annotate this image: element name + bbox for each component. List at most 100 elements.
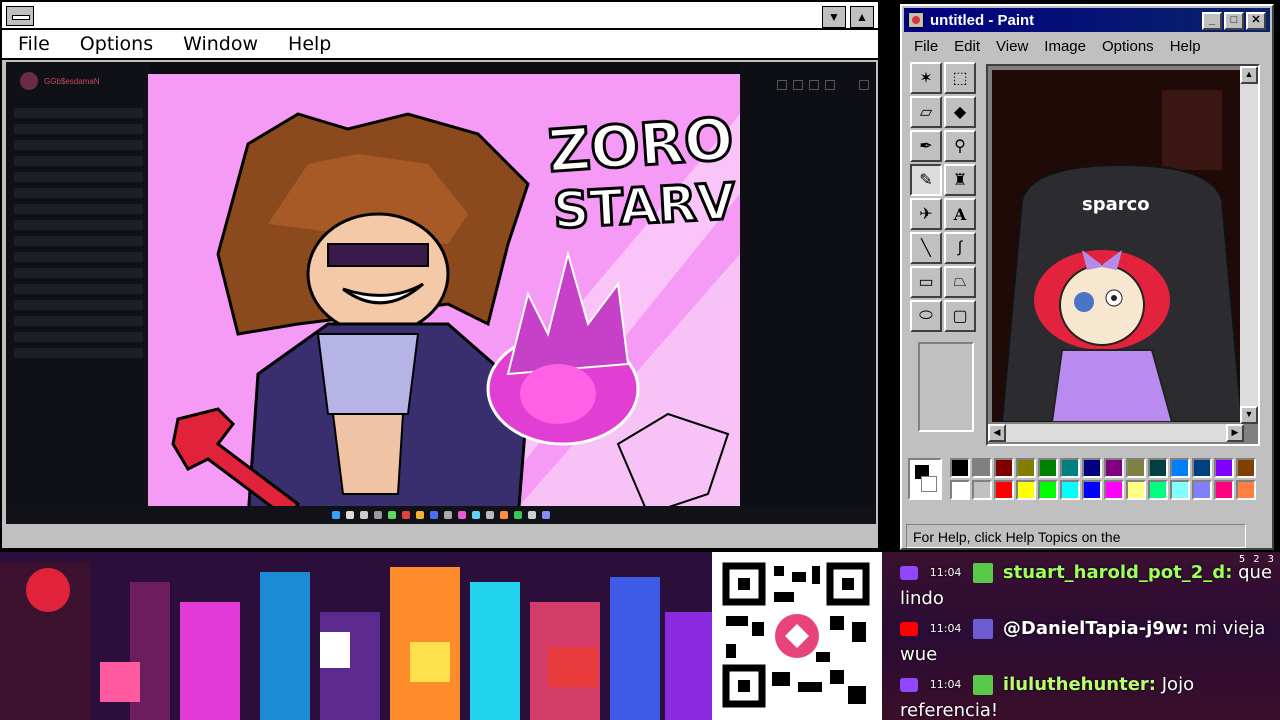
paint-menu-options[interactable]: Options [1102, 38, 1154, 55]
brush-icon[interactable]: ♜ [944, 164, 976, 196]
vertical-scrollbar[interactable]: ▲ ▼ [1240, 66, 1258, 424]
palette-swatch[interactable] [994, 480, 1014, 500]
palette-swatch[interactable] [1038, 458, 1058, 478]
chat-username: @DanielTapia-j9w: [1002, 618, 1189, 639]
palette-swatch[interactable] [1038, 480, 1058, 500]
tool-options-box[interactable] [918, 342, 974, 432]
paint-minimize-button[interactable]: _ [1202, 12, 1222, 30]
paint-status-bar: For Help, click Help Topics on the [906, 524, 1246, 548]
color-picker-icon[interactable]: ✒ [910, 130, 942, 162]
palette-swatch[interactable] [1148, 480, 1168, 500]
eraser-icon[interactable]: ▱ [910, 96, 942, 128]
palette-swatch[interactable] [1060, 480, 1080, 500]
stream-username: GGb$esdamaN [44, 76, 100, 86]
line-icon[interactable]: ╲ [910, 232, 942, 264]
ellipse-icon[interactable]: ⬭ [910, 300, 942, 332]
palette-swatch[interactable] [1060, 458, 1080, 478]
palette-swatch[interactable] [1214, 458, 1234, 478]
webcam-avatar-image: sparco [992, 70, 1244, 422]
paint-menu-file[interactable]: File [914, 38, 938, 55]
avatar [20, 72, 38, 90]
paint-window-controls: _ □ ✕ [1202, 12, 1266, 30]
paint-menu-image[interactable]: Image [1044, 38, 1086, 55]
rounded-rect-icon[interactable]: ▢ [944, 300, 976, 332]
horizontal-scrollbar[interactable]: ◀ ▶ [988, 424, 1244, 442]
fill-bucket-icon[interactable]: ◆ [944, 96, 976, 128]
paint-canvas[interactable]: sparco [992, 70, 1244, 422]
pencil-icon[interactable]: ✎ [910, 164, 942, 196]
artwork-canvas: ZORO STARV [148, 74, 740, 519]
maximize-button[interactable]: ▲ [850, 6, 874, 28]
paint-title: untitled - Paint [930, 11, 1035, 29]
right-panel [741, 62, 876, 524]
palette-swatch[interactable] [994, 458, 1014, 478]
palette-swatch[interactable] [1016, 458, 1036, 478]
free-select-icon[interactable]: ✶ [910, 62, 942, 94]
palette-swatch[interactable] [950, 458, 970, 478]
chat-time: 11:04 [929, 678, 962, 691]
chat-username: stuart_harold_pot_2_d: [1002, 562, 1233, 583]
palette-swatch[interactable] [1192, 480, 1212, 500]
palette-swatch[interactable] [1214, 480, 1234, 500]
paint-titlebar: untitled - Paint _ □ ✕ [904, 8, 1270, 32]
window-titlebar: ▼ ▲ [2, 2, 878, 30]
badge-icon [973, 675, 994, 695]
palette-swatch[interactable] [950, 480, 970, 500]
chair-brand: sparco [1082, 194, 1150, 215]
palette-swatch[interactable] [1236, 480, 1256, 500]
rect-select-icon[interactable]: ⬚ [944, 62, 976, 94]
palette-swatch[interactable] [1082, 480, 1102, 500]
rectangle-icon[interactable]: ▭ [910, 266, 942, 298]
palette-swatch[interactable] [1236, 458, 1256, 478]
capture-window: ▼ ▲ File Options Window Help GGb$esdamaN [0, 0, 880, 550]
menu-help[interactable]: Help [288, 33, 331, 55]
paint-menubar: File Edit View Image Options Help [904, 34, 1270, 58]
curve-icon[interactable]: ∫ [944, 232, 976, 264]
chat-overlay: 5 2 3 11:04 stuart_harold_pot_2_d: que l… [882, 552, 1280, 720]
os-taskbar [6, 506, 876, 524]
decorative-pixel-art [0, 552, 712, 720]
paint-canvas-area: sparco ▲ ▼ ◀ ▶ [986, 64, 1260, 446]
palette-swatch[interactable] [1104, 480, 1124, 500]
chat-message: 11:04 @DanielTapia-j9w: mi vieja wue [900, 616, 1280, 668]
stream-user: GGb$esdamaN [20, 72, 100, 90]
paint-maximize-button[interactable]: □ [1224, 12, 1244, 30]
scroll-left-button[interactable]: ◀ [988, 424, 1006, 442]
minimize-button[interactable]: ▼ [822, 6, 846, 28]
palette-swatch[interactable] [972, 480, 992, 500]
paint-menu-help[interactable]: Help [1170, 38, 1201, 55]
menu-file[interactable]: File [18, 33, 50, 55]
chat-message: 11:04 iluluthehunter: Jojo referencia! [900, 672, 1280, 720]
system-menu-button[interactable] [6, 6, 34, 26]
palette-swatch[interactable] [1170, 480, 1190, 500]
stream-overlay: ▼ ▲ File Options Window Help GGb$esdamaN [0, 0, 1280, 720]
magnifier-icon[interactable]: ⚲ [944, 130, 976, 162]
paint-window: untitled - Paint _ □ ✕ File Edit View Im… [900, 4, 1274, 550]
qr-code[interactable] [712, 552, 882, 720]
scroll-down-button[interactable]: ▼ [1240, 406, 1258, 424]
scroll-up-button[interactable]: ▲ [1240, 66, 1258, 84]
paint-menu-edit[interactable]: Edit [954, 38, 980, 55]
palette-swatch[interactable] [1148, 458, 1168, 478]
scroll-right-button[interactable]: ▶ [1226, 424, 1244, 442]
youtube-icon [900, 622, 918, 636]
palette-swatch[interactable] [1126, 480, 1146, 500]
palette-swatch[interactable] [1170, 458, 1190, 478]
menu-options[interactable]: Options [80, 33, 153, 55]
menu-window[interactable]: Window [183, 33, 258, 55]
palette-swatch[interactable] [972, 458, 992, 478]
current-colors[interactable] [908, 458, 942, 500]
text-tool-icon[interactable]: A [944, 198, 976, 230]
palette-swatch[interactable] [1104, 458, 1124, 478]
palette-swatch[interactable] [1082, 458, 1102, 478]
palette-swatch[interactable] [1016, 480, 1036, 500]
palette-swatch[interactable] [1126, 458, 1146, 478]
twitch-icon [900, 678, 918, 692]
chat-time: 11:04 [929, 566, 962, 579]
polygon-icon[interactable]: ⏢ [944, 266, 976, 298]
airbrush-icon[interactable]: ✈ [910, 198, 942, 230]
palette-swatch[interactable] [1192, 458, 1212, 478]
chat-sidebar: GGb$esdamaN [6, 62, 151, 524]
paint-close-button[interactable]: ✕ [1246, 12, 1266, 30]
paint-menu-view[interactable]: View [996, 38, 1028, 55]
